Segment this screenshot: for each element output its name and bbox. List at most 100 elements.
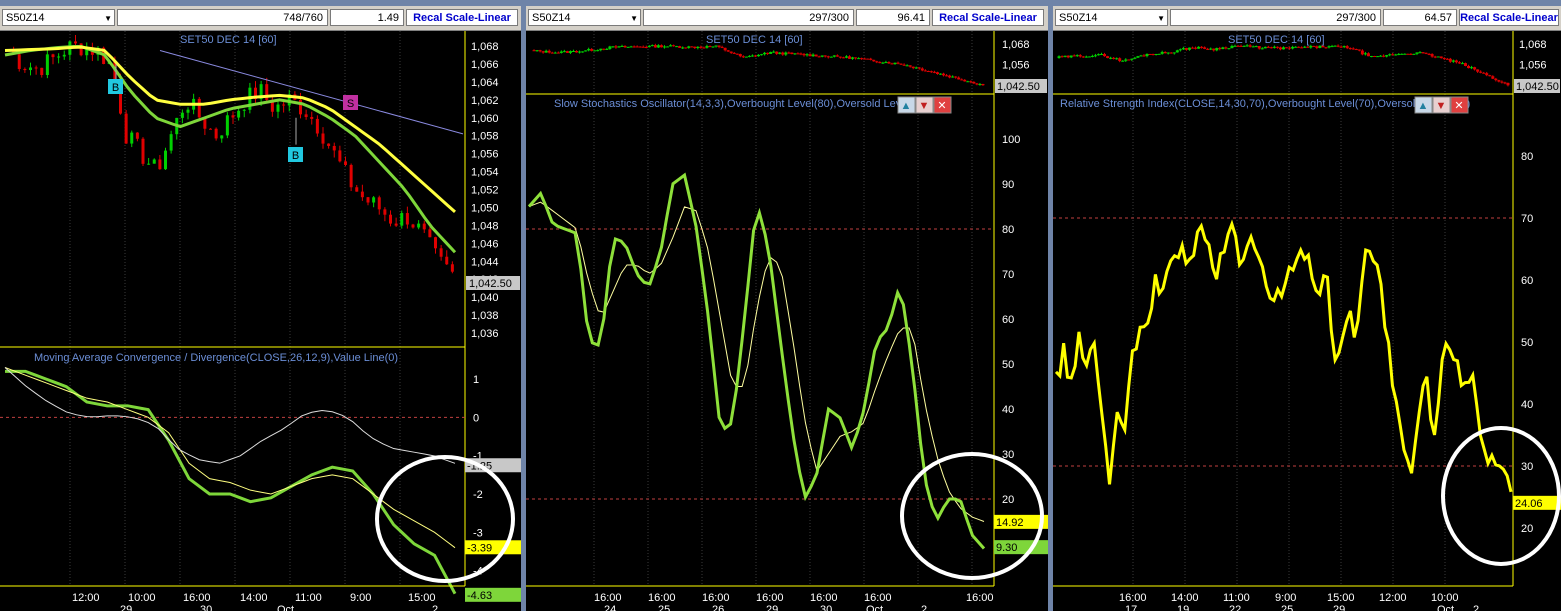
candle-body [23,68,27,71]
date-axis-label: 17 [1125,604,1137,611]
candle-body [841,57,845,59]
candle-body [1154,53,1158,55]
candle-body [620,45,624,47]
candle-body [802,54,806,56]
candle-body [584,50,588,52]
price-tick-label: 1,056 [1002,59,1030,71]
candle-body [1333,45,1337,47]
candle-body [750,55,754,57]
recal-scale-button[interactable]: Recal Scale-Linear [932,9,1044,26]
chart-area[interactable]: 1,068 1,056 SET50 DEC 14 [60] 1,042.50 100 90… [526,31,1048,611]
chart-canvas[interactable]: 1,068 1,056 SET50 DEC 14 [60] 1,042.50 80 70 6… [1053,31,1561,611]
candle-body [681,47,685,49]
symbol-select[interactable]: S50Z14 ▼ [1055,9,1168,26]
symbol-select[interactable]: S50Z14 ▼ [2,9,115,26]
candle-body [1442,58,1446,60]
candle-body [1257,46,1261,49]
stochastic-tick-label: 70 [1002,269,1014,281]
stochastic-tick-label: 100 [1002,134,1020,146]
highlight-circle [375,455,515,583]
stochastic-title: Slow Stochastics Oscillator(14,3,3),Over… [554,98,929,110]
candle-body [908,65,912,67]
last-price-tag: 1,042.50 [997,81,1040,93]
candle-body [741,56,745,58]
stochastic-k-tag: 9.30 [996,542,1017,554]
candle-body [1142,55,1146,57]
candle-body [890,63,894,65]
candle-body [450,264,454,272]
candle-body [439,248,443,257]
candle-body [896,62,900,64]
candle-body [863,58,867,60]
candle-body [1157,53,1161,55]
candle-body [672,45,676,47]
arrow-down-icon: ▼ [1436,100,1447,112]
candle-body [1133,57,1137,59]
candle-body [1385,55,1389,57]
candle-body [214,128,218,139]
candle-body [705,46,709,48]
chart-area[interactable]: 1,068 1,056 SET50 DEC 14 [60] 1,042.50 80 70 6… [1053,31,1561,611]
candle-body [34,67,38,69]
candle-body [666,46,669,48]
candle-body [729,51,733,53]
candle-body [1354,49,1358,51]
candle-body [644,46,648,48]
candle-body [1348,48,1352,50]
macd-title: Moving Average Convergence / Divergence(… [34,352,398,364]
candle-body [1124,59,1128,61]
candle-body [1260,48,1264,50]
candle-body [650,45,654,47]
candle-body [829,56,833,58]
chart-canvas[interactable]: 1,068 1,056 SET50 DEC 14 [60] 1,042.50 100 90… [526,31,1048,611]
candle-body [1391,54,1395,56]
candle-body [1297,46,1301,48]
candle-body [366,197,370,203]
chart-area[interactable]: 1,068 1,066 1,064 1,062 1,060 1,058 1,056 1,054… [0,31,521,611]
candle-body [981,84,985,86]
time-axis-label: 16:00 [864,592,892,604]
candle-body [220,135,224,139]
candle-body [690,46,694,48]
candle-body [747,55,751,57]
candle-body [753,55,757,57]
candle-body [787,52,791,54]
candle-body [1418,52,1422,54]
candle-body [1479,71,1483,73]
candle-body [593,50,597,52]
date-axis-label: 24 [604,604,616,611]
candle-body [556,52,560,54]
time-axis-label: 15:00 [408,592,436,604]
candle-body [966,81,970,83]
candle-body [1342,46,1346,48]
macd-tick-label: -2 [473,489,483,501]
candle-body [310,116,314,119]
candle-body [547,50,551,53]
candle-body [29,67,32,71]
candle-body [1436,56,1440,58]
symbol-select[interactable]: S50Z14 ▼ [528,9,641,26]
recal-scale-button[interactable]: Recal Scale-Linear [406,9,518,26]
candle-body [826,56,830,58]
candle-body [726,50,730,52]
candle-body [1087,56,1091,58]
candle-body [957,77,961,80]
candle-body [1212,48,1216,51]
value-field: 96.41 [856,9,930,26]
candle-body [659,45,663,48]
candle-body [1194,47,1198,49]
candle-body [1072,55,1076,57]
candle-body [632,46,636,48]
candle-body [315,118,319,134]
chart-canvas[interactable]: 1,068 1,066 1,064 1,062 1,060 1,058 1,056 1,054… [0,31,521,611]
arrow-down-icon: ▼ [919,100,930,112]
candle-body [1473,67,1477,70]
candle-body [905,65,909,67]
price-tick-label: 1,044 [471,256,499,268]
price-tick-label: 1,048 [471,220,499,232]
recal-scale-button[interactable]: Recal Scale-Linear [1459,9,1559,26]
candle-body [817,56,821,58]
candle-body [723,47,727,51]
candle-body [796,53,800,55]
arrow-up-icon: ▲ [1418,100,1429,112]
